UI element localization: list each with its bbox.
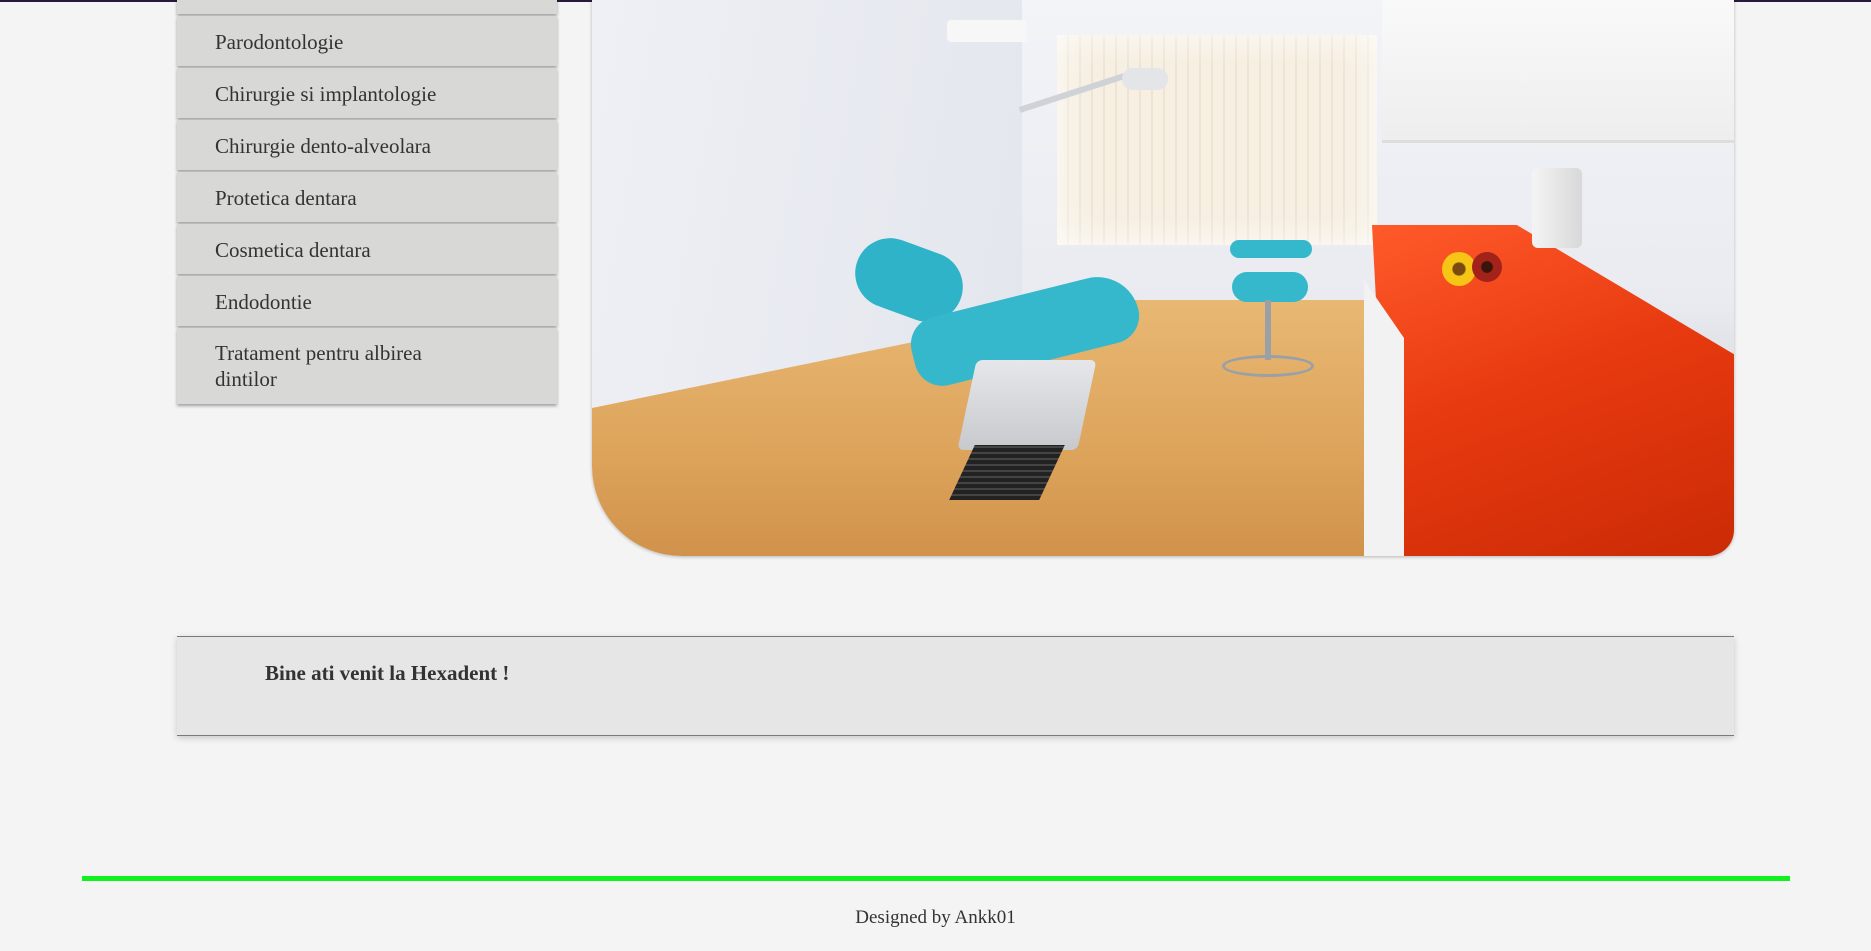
menu-item-parodontologie[interactable]: Parodontologie xyxy=(177,16,557,66)
menu-item-cosmetica-dentara[interactable]: Cosmetica dentara xyxy=(177,224,557,274)
photo-air-conditioner xyxy=(947,20,1027,42)
menu-item-partial[interactable] xyxy=(177,0,557,14)
menu-item-chirurgie-implantologie[interactable]: Chirurgie si implantologie xyxy=(177,68,557,118)
photo-lamp xyxy=(1122,68,1168,90)
photo-red-counter xyxy=(1372,225,1734,556)
photo-window-blinds xyxy=(1057,35,1377,245)
welcome-panel: Bine ati venit la Hexadent ! xyxy=(177,636,1734,736)
menu-item-chirurgie-dento-alveolara[interactable]: Chirurgie dento-alveolara xyxy=(177,120,557,170)
photo-upper-cabinets xyxy=(1382,0,1734,143)
footer-divider xyxy=(82,876,1790,881)
photo-yellow-flower xyxy=(1442,252,1476,286)
photo-dispenser xyxy=(1532,168,1582,248)
menu-item-albirea-dintilor[interactable]: Tratament pentru albirea dintilor xyxy=(177,328,557,404)
services-menu: Parodontologie Chirurgie si implantologi… xyxy=(177,0,557,406)
photo-stool-base xyxy=(1222,355,1314,377)
photo-chair-base xyxy=(957,360,1097,450)
photo-stool-seat xyxy=(1232,272,1308,302)
photo-stool-pole xyxy=(1265,300,1271,360)
photo-stool-back xyxy=(1230,240,1312,258)
menu-item-protetica-dentara[interactable]: Protetica dentara xyxy=(177,172,557,222)
welcome-title: Bine ati venit la Hexadent ! xyxy=(265,661,510,685)
footer-credit: Designed by Ankk01 xyxy=(855,907,1016,928)
photo-red-flower xyxy=(1472,252,1502,282)
dental-office-photo xyxy=(592,0,1734,556)
menu-item-endodontie[interactable]: Endodontie xyxy=(177,276,557,326)
